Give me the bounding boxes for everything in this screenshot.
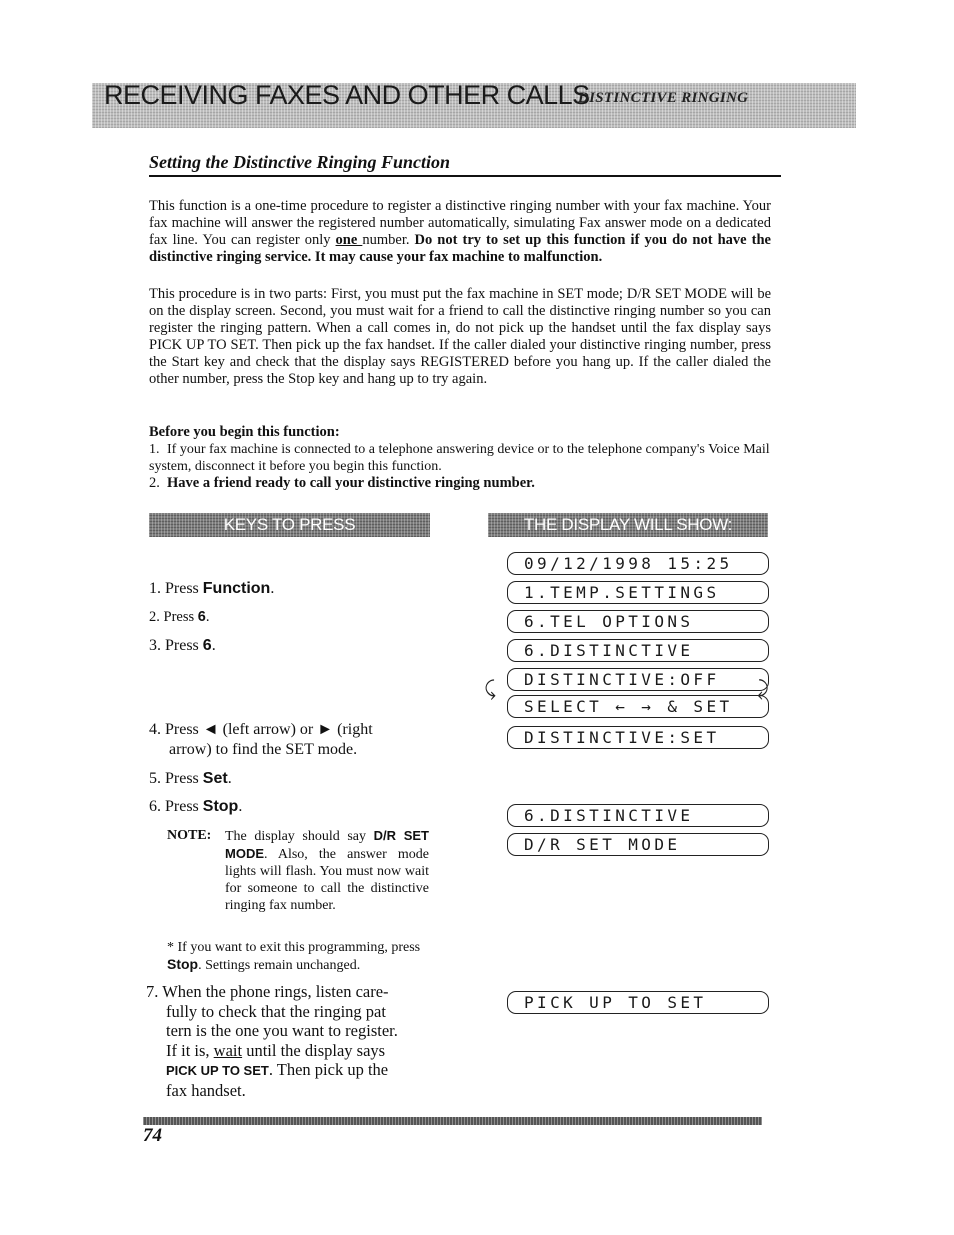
punct: .: [227, 770, 232, 787]
step-text: (left arrow) or: [218, 721, 318, 738]
chapter-title: RECEIVING FAXES AND OTHER CALLS: [104, 80, 590, 110]
before-item-1: 1. If your fax machine is connected to a …: [149, 441, 781, 475]
step-7-line-5: PICK UP TO SET. Then pick up the: [146, 1060, 436, 1081]
intro-paragraph-1: This function is a one-time procedure to…: [149, 198, 771, 266]
step-number: 3.: [149, 637, 161, 654]
lcd-display-dr-set-mode: D/R SET MODE: [507, 833, 769, 856]
step-3: 3. Press 6.: [149, 636, 216, 656]
step-1: 1. Press Function.: [149, 579, 274, 599]
display-message-key: PICK UP TO SET: [166, 1063, 269, 1078]
step-text: When the phone rings, listen care-: [162, 982, 389, 1001]
lcd-display-pick-up-to-set: PICK UP TO SET: [507, 991, 769, 1014]
exit-note: * If you want to exit this programming, …: [167, 939, 429, 974]
step-5: 5. Press Set.: [149, 769, 232, 789]
key-6: 6: [197, 609, 206, 625]
punct: .: [238, 798, 243, 815]
step-number: 7.: [146, 982, 159, 1001]
lcd-display-select-set: SELECT ← → & SET: [507, 695, 769, 718]
emphasis-wait: wait: [213, 1040, 243, 1060]
list-text: Have a friend ready to call your distinc…: [167, 475, 535, 491]
exit-note-text: * If you want to exit this programming, …: [167, 940, 421, 955]
step-6: 6. Press Stop.: [149, 797, 242, 817]
intro-text: number.: [362, 232, 415, 248]
list-number: 2.: [149, 475, 160, 491]
step-number: 5.: [149, 770, 161, 787]
key-stop: Stop: [167, 956, 199, 972]
step-text: Press: [165, 580, 203, 597]
step-text: Press: [163, 609, 198, 625]
lcd-display-distinctive-2: 6.DISTINCTIVE: [507, 804, 769, 827]
step-7-line-1: 7. When the phone rings, listen care-: [146, 982, 436, 1002]
footer-band: [143, 1117, 762, 1125]
step-text: Press: [165, 770, 203, 787]
step-number: 6.: [149, 798, 161, 815]
key-stop: Stop: [202, 798, 239, 815]
step-number: 1.: [149, 580, 161, 597]
lcd-display-date-time: 09/12/1998 15:25: [507, 552, 769, 575]
note-body: The display should say D/R SET MODE. Als…: [225, 827, 429, 914]
step-7-line-4: If it is, wait until the display says: [146, 1041, 436, 1061]
step-text: Press: [165, 721, 203, 738]
step-number: 4.: [149, 721, 161, 738]
before-item-2: 2. Have a friend ready to call your disti…: [149, 475, 781, 492]
page-number: 74: [143, 1125, 162, 1146]
step-text: until the display says: [242, 1040, 386, 1060]
intro-paragraph-2: This procedure is in two parts: First, y…: [149, 286, 771, 387]
lcd-display-distinctive: 6.DISTINCTIVE: [507, 639, 769, 662]
step-7-line-3: tern is the one you want to register.: [166, 1021, 398, 1040]
list-text: If your fax machine is connected to a te…: [149, 442, 770, 474]
left-arrow-key-icon: ◄: [202, 721, 219, 738]
lcd-display-temp-settings: 1.TEMP.SETTINGS: [507, 581, 769, 604]
punct: .: [205, 609, 210, 625]
section-divider: [149, 175, 781, 177]
section-title: Setting the Distinctive Ringing Function: [149, 152, 451, 172]
exit-note-text: . Settings remain unchanged.: [198, 958, 361, 973]
step-text: If it is,: [166, 1040, 214, 1060]
key-set: Set: [202, 770, 228, 787]
punct: .: [211, 637, 216, 654]
step-7: 7. When the phone rings, listen care- fu…: [146, 982, 436, 1100]
lcd-display-distinctive-set: DISTINCTIVE:SET: [507, 726, 769, 749]
step-text: (right: [333, 721, 373, 738]
before-title: Before you begin this function:: [149, 424, 340, 440]
lcd-display-distinctive-off: DISTINCTIVE:OFF: [507, 668, 769, 691]
note-text: The display should say: [225, 829, 374, 844]
step-text: arrow) to find the SET mode.: [169, 741, 358, 758]
note-label: NOTE:: [167, 828, 212, 843]
step-text: Press: [165, 798, 203, 815]
keys-to-press-header: KEYS TO PRESS: [149, 513, 430, 537]
key-6: 6: [202, 637, 212, 654]
step-number: 2.: [149, 609, 160, 625]
step-7-line-6: fax handset.: [166, 1080, 246, 1100]
step-text: Press: [165, 637, 203, 654]
step-4: 4. Press ◄ (left arrow) or ► (right arro…: [149, 720, 439, 760]
key-function: Function: [202, 580, 271, 597]
emphasis-one: one: [335, 232, 363, 248]
step-text: . Then pick up the: [268, 1060, 389, 1079]
punct: .: [270, 580, 275, 597]
cycle-arrow-left-icon: ⤹: [484, 676, 496, 700]
display-will-show-header: THE DISPLAY WILL SHOW:: [488, 513, 768, 537]
note-block: NOTE: The display should say D/R SET MOD…: [167, 827, 429, 931]
right-arrow-key-icon: ►: [317, 721, 334, 738]
list-number: 1.: [149, 442, 160, 457]
lcd-display-tel-options: 6.TEL OPTIONS: [507, 610, 769, 633]
cycle-arrow-right-icon: ⤸: [757, 676, 769, 700]
section-tag: DISTINCTIVE RINGING: [578, 90, 749, 106]
step-7-line-2: fully to check that the ringing pat: [166, 1001, 386, 1021]
step-2: 2. Press 6.: [149, 607, 209, 627]
